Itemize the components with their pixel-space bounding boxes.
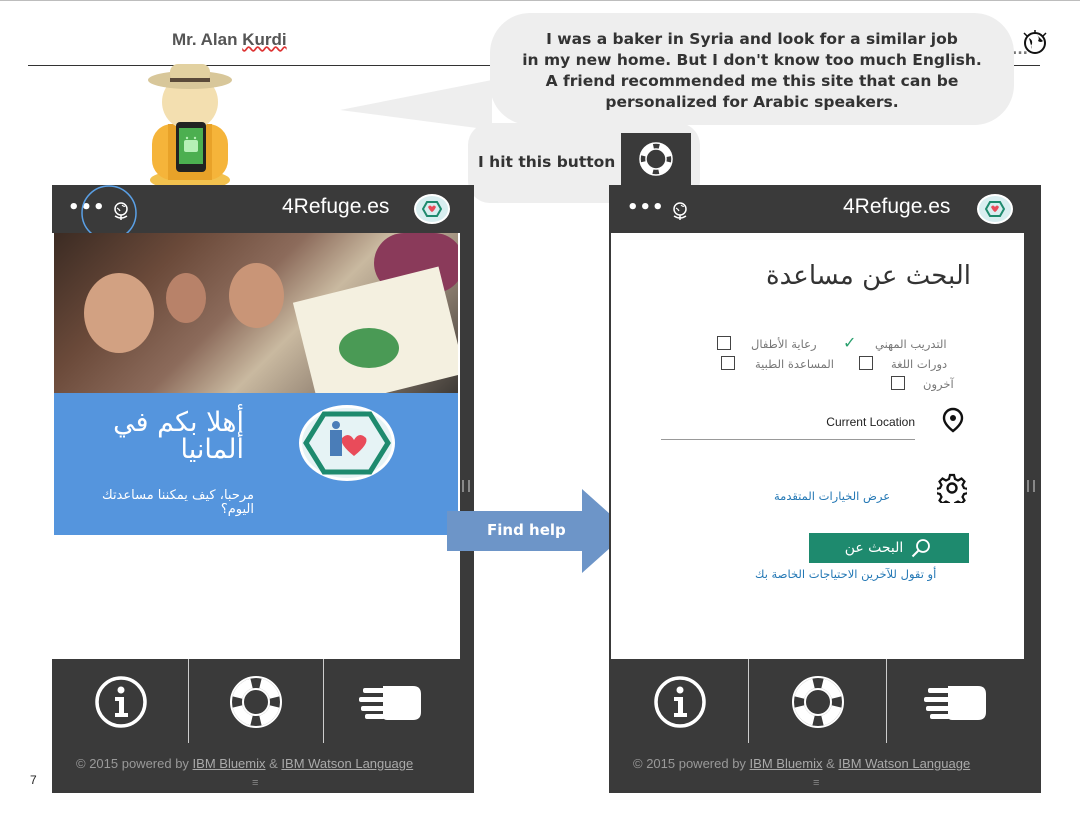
share-needs-link[interactable]: أو تقول للآخرين الاحتياجات الخاصة بك <box>755 567 936 581</box>
checkmark-icon[interactable]: ✓ <box>843 333 856 352</box>
phone-help-screen: ••• 4Refuge.es البحث عن مساعدة التدريب ا… <box>609 185 1041 793</box>
lifebuoy-icon <box>230 676 282 728</box>
footer-text: © 2015 powered by IBM Bluemix & IBM Wats… <box>633 756 971 771</box>
scroll-handle[interactable] <box>1027 480 1035 492</box>
search-button[interactable]: البحث عن <box>809 533 969 563</box>
brand-logo-icon[interactable] <box>414 194 450 224</box>
option-label: دورات اللغة <box>891 357 948 371</box>
app-footer: © 2015 powered by IBM Bluemix & IBM Wats… <box>54 743 458 793</box>
find-help-label: Find help <box>487 521 566 539</box>
tab-info[interactable] <box>54 659 188 745</box>
option-label: التدريب المهني <box>875 337 947 351</box>
tab-offer[interactable] <box>323 659 458 745</box>
info-icon <box>653 676 706 728</box>
tab-info[interactable] <box>611 659 748 745</box>
hand-icon <box>359 686 421 720</box>
option-checkbox[interactable] <box>891 376 905 390</box>
hit-button-text: I hit this button <box>478 153 616 171</box>
slide-top-border <box>0 0 1080 1</box>
gear-icon[interactable] <box>937 473 967 503</box>
speech-bubble: I was a baker in Syria and look for a si… <box>490 13 1014 125</box>
footer-link-bluemix[interactable]: IBM Bluemix <box>193 756 266 771</box>
option-label: آخرون <box>923 377 954 391</box>
footer-link-bluemix[interactable]: IBM Bluemix <box>750 756 823 771</box>
welcome-subtitle: مرحبا، كيف يمكننا مساعدتك اليوم؟ <box>101 488 254 517</box>
brand-name[interactable]: 4Refuge.es <box>282 195 389 219</box>
footer-link-watson[interactable]: IBM Watson Language <box>838 756 970 771</box>
option-label: رعاية الأطفال <box>751 337 817 351</box>
lifebuoy-icon <box>791 676 844 728</box>
location-input[interactable]: Current Location <box>661 403 915 440</box>
search-button-label: البحث عن <box>844 540 904 556</box>
home-content: أهلا بكم في ألمانيا مرحبا، كيف يمكننا مس… <box>52 233 460 659</box>
advanced-options-link[interactable]: عرض الخيارات المتقدمة <box>774 489 890 503</box>
welcome-title: أهلا بكم في ألمانيا <box>113 407 244 465</box>
brand-logo-icon[interactable] <box>977 194 1013 224</box>
grip-icon[interactable]: ≡ <box>813 777 819 789</box>
tab-offer[interactable] <box>886 659 1024 745</box>
location-value: Current Location <box>826 415 915 429</box>
language-globe-icon[interactable] <box>671 201 689 221</box>
bubble-line: A friend recommended me this site that c… <box>545 72 959 90</box>
tab-bar <box>611 659 1024 745</box>
help-title: البحث عن مساعدة <box>766 261 971 291</box>
globe-icon <box>1022 30 1048 62</box>
slide-number: 7 <box>30 773 37 787</box>
phone-home-screen: ••• 4Refuge.es أهلا بكم في ألمانيا مرحبا… <box>52 185 474 793</box>
tab-help[interactable] <box>188 659 323 745</box>
bubble-line: I was a baker in Syria and look for a si… <box>546 30 958 48</box>
brand-name[interactable]: 4Refuge.es <box>843 195 950 219</box>
menu-dots-icon[interactable]: ••• <box>627 197 665 218</box>
bubble-line: in my new home. But I don't know too muc… <box>522 51 982 69</box>
hand-icon <box>923 686 986 720</box>
app-footer: © 2015 powered by IBM Bluemix & IBM Wats… <box>611 743 1024 793</box>
bubble-line: personalized for Arabic speakers. <box>605 93 899 111</box>
grip-icon[interactable]: ≡ <box>252 777 258 789</box>
welcome-banner: أهلا بكم في ألمانيا مرحبا، كيف يمكننا مس… <box>54 393 458 535</box>
option-label: المساعدة الطبية <box>755 357 834 371</box>
lifebuoy-button[interactable] <box>621 133 691 185</box>
info-icon <box>95 676 147 728</box>
search-icon <box>912 539 931 558</box>
refugee-logo-icon <box>299 405 395 481</box>
refugee-children-photo <box>54 233 458 393</box>
app-header: ••• 4Refuge.es <box>609 185 1041 233</box>
option-checkbox[interactable] <box>717 336 731 350</box>
option-checkbox[interactable] <box>859 356 873 370</box>
tab-help[interactable] <box>748 659 886 745</box>
location-pin-icon[interactable] <box>941 407 965 433</box>
lifebuoy-icon <box>639 142 673 176</box>
speaker-name: Mr. Alan Kurdi <box>172 30 287 49</box>
avatar <box>148 64 232 190</box>
tab-bar <box>54 659 458 745</box>
option-checkbox[interactable] <box>721 356 735 370</box>
help-form: البحث عن مساعدة التدريب المهني ✓ رعاية ا… <box>611 233 1024 659</box>
footer-link-watson[interactable]: IBM Watson Language <box>281 756 413 771</box>
footer-text: © 2015 powered by IBM Bluemix & IBM Wats… <box>76 756 414 771</box>
